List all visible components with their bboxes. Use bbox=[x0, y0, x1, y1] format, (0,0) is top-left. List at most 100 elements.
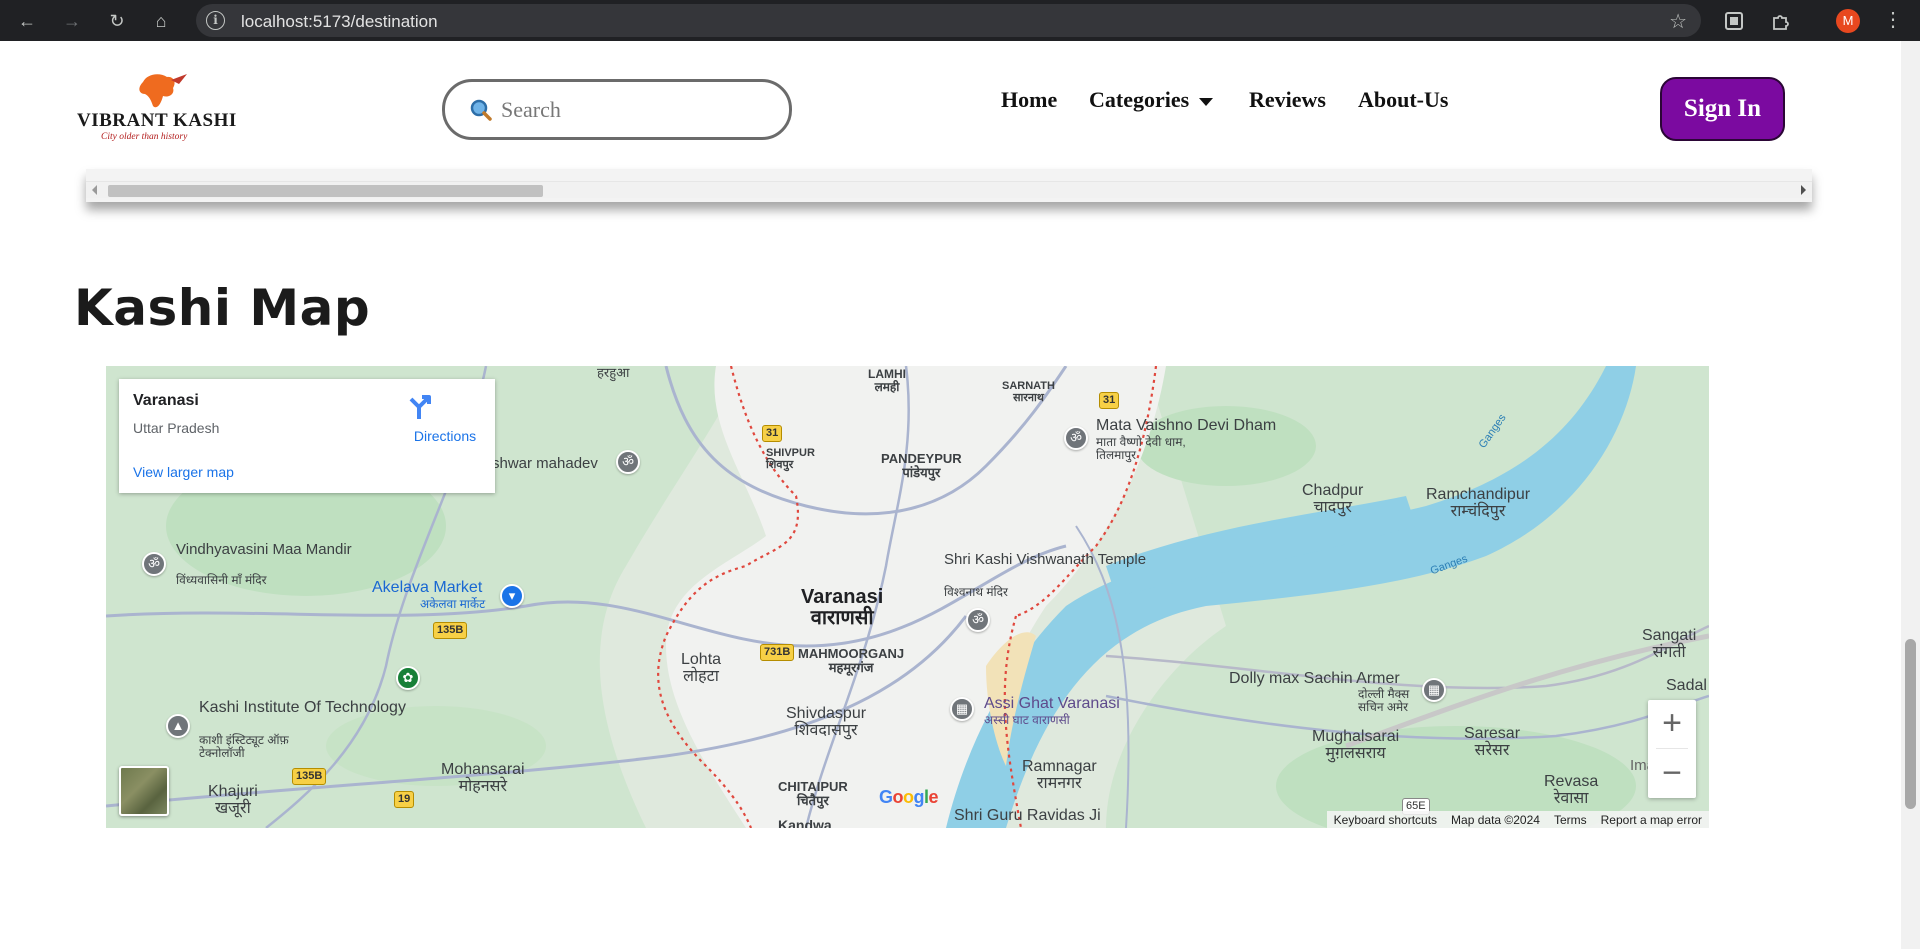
temple-poi-icon[interactable]: ॐ bbox=[1064, 426, 1088, 450]
home-icon[interactable]: ⌂ bbox=[148, 8, 174, 34]
temple-poi-icon[interactable]: ॐ bbox=[616, 450, 640, 474]
school-poi-icon[interactable]: ▲ bbox=[166, 714, 190, 738]
map-label: Mohansarai मोहनसरे bbox=[441, 761, 525, 795]
map-label: MAHMOORGANJ महमूरगंज bbox=[798, 646, 905, 675]
caret-down-icon bbox=[1199, 97, 1214, 106]
map-attribution-bar: Keyboard shortcuts Map data ©2024 Terms … bbox=[1326, 811, 1709, 828]
map-label: LAMHI लमही bbox=[868, 367, 906, 394]
map-label: Saresar सरेसर bbox=[1464, 725, 1521, 759]
directions-icon bbox=[409, 395, 431, 419]
view-larger-map-link[interactable]: View larger map bbox=[133, 464, 234, 480]
map-label: काशी इंस्टिट्यूट ऑफ़ टेक्नोलॉजी bbox=[199, 733, 289, 760]
map-label: Akelava Market bbox=[372, 579, 483, 596]
sign-in-button[interactable]: Sign In bbox=[1660, 77, 1785, 141]
road-shield: 135B bbox=[433, 622, 468, 639]
temple-poi-icon[interactable]: ॐ bbox=[966, 608, 990, 632]
back-icon[interactable]: ← bbox=[14, 8, 40, 34]
map-label: Shri Kashi Vishwanath Temple bbox=[944, 551, 1147, 568]
map-data-text: Map data ©2024 bbox=[1451, 812, 1540, 827]
forward-icon[interactable]: → bbox=[59, 8, 85, 34]
nav-categories[interactable]: Categories bbox=[1089, 87, 1214, 113]
scroll-container-bottom bbox=[86, 169, 1812, 202]
map-label: SARNATH सारनाथ bbox=[1002, 380, 1055, 404]
temple-poi-icon[interactable]: ॐ bbox=[142, 552, 166, 576]
nav-reviews[interactable]: Reviews bbox=[1249, 87, 1326, 113]
nav-about[interactable]: About-Us bbox=[1358, 87, 1448, 113]
map-label: Assi Ghat Varanasi bbox=[984, 695, 1120, 712]
horizontal-scrollbar[interactable] bbox=[86, 181, 1812, 198]
url-text[interactable]: localhost:5173/destination bbox=[241, 12, 438, 32]
map-label: Chadpur चादपुर bbox=[1302, 482, 1364, 516]
map-label: PANDEYPUR पांडेयपुर bbox=[881, 451, 962, 480]
road-shield: 31 bbox=[1099, 392, 1120, 409]
search-box[interactable] bbox=[442, 79, 792, 140]
keyboard-shortcuts-link[interactable]: Keyboard shortcuts bbox=[1327, 813, 1444, 827]
map-label: Vindhyavasini Maa Mandir bbox=[176, 541, 352, 558]
map-label: SHIVPUR शिवपुर bbox=[766, 447, 815, 471]
bookmark-star-icon[interactable]: ☆ bbox=[1669, 9, 1687, 34]
page-scrollbar-thumb[interactable] bbox=[1905, 639, 1916, 809]
map-label: Revasa रेवासा bbox=[1544, 773, 1599, 807]
zoom-in-button[interactable]: + bbox=[1648, 700, 1696, 748]
zoom-controls: + − bbox=[1648, 700, 1696, 798]
logo-text: VIBRANT KASHI bbox=[77, 110, 237, 131]
zoom-divider bbox=[1656, 748, 1688, 749]
search-input[interactable] bbox=[501, 94, 771, 126]
site-header: VIBRANT KASHI City older than history Ho… bbox=[0, 41, 1901, 169]
address-bar[interactable]: i localhost:5173/destination ☆ bbox=[196, 4, 1701, 37]
map-label: Mughalsarai मुग़लसराय bbox=[1312, 728, 1400, 762]
map-label: हरहुआ bbox=[597, 366, 630, 380]
site-info-icon[interactable]: i bbox=[206, 11, 225, 30]
landmark-poi-icon[interactable]: ▦ bbox=[1422, 678, 1446, 702]
map-label: Kashi Institute Of Technology bbox=[199, 699, 406, 716]
zoom-out-button[interactable]: − bbox=[1648, 750, 1696, 798]
map-label: Ramnagar रामनगर bbox=[1022, 758, 1097, 792]
map-label: Shri Guru Ravidas Ji bbox=[954, 807, 1101, 824]
embedded-map[interactable]: हरहुआ LAMHI लमही SARNATH सारनाथ PANDEYPUR प… bbox=[106, 366, 1709, 828]
map-label: Shivdaspur शिवदासपुर bbox=[786, 705, 867, 739]
landmark-poi-icon[interactable]: ▦ bbox=[950, 697, 974, 721]
map-label: Dolly max Sachin Armer bbox=[1229, 670, 1400, 687]
satellite-toggle-button[interactable] bbox=[119, 766, 169, 816]
directions-button[interactable]: Directions bbox=[405, 393, 485, 453]
browser-menu-icon[interactable]: ⋮ bbox=[1883, 8, 1903, 32]
browser-toolbar: ← → ↻ ⌂ i localhost:5173/destination ☆ M… bbox=[0, 0, 1920, 41]
scroll-right-icon[interactable] bbox=[1801, 185, 1806, 195]
road-shield: 135B bbox=[292, 768, 327, 785]
city-label: Varanasi वाराणसी bbox=[801, 586, 884, 629]
horizontal-scrollbar-thumb[interactable] bbox=[108, 185, 543, 197]
road-shield: 731B bbox=[760, 644, 795, 661]
nav-categories-label: Categories bbox=[1089, 87, 1190, 112]
shopping-poi-icon[interactable]: ▾ bbox=[500, 584, 524, 608]
profile-avatar[interactable]: M bbox=[1836, 9, 1860, 33]
place-region: Uttar Pradesh bbox=[133, 420, 220, 436]
page-scrollbar[interactable] bbox=[1901, 41, 1920, 949]
section-title: Kashi Map bbox=[74, 279, 371, 337]
park-poi-icon[interactable]: ✿ bbox=[396, 666, 420, 690]
extension-icon[interactable] bbox=[1723, 10, 1745, 32]
map-label: Sangati संगती bbox=[1642, 627, 1697, 661]
map-label: विश्वनाथ मंदिर bbox=[944, 585, 1008, 599]
logo-tagline: City older than history bbox=[101, 132, 188, 142]
map-label: अस्सी घाट वाराणसी bbox=[984, 713, 1070, 727]
directions-label: Directions bbox=[413, 428, 477, 444]
map-label: CHITAIPUR चितैपुर bbox=[778, 779, 848, 808]
scroll-left-icon[interactable] bbox=[92, 185, 97, 195]
reload-icon[interactable]: ↻ bbox=[104, 8, 130, 34]
road-shield: 31 bbox=[762, 425, 783, 442]
map-label: Sadal bbox=[1666, 677, 1707, 694]
map-label: Lohta लोहटा bbox=[681, 651, 722, 685]
terms-link[interactable]: Terms bbox=[1547, 813, 1594, 827]
map-label: Khajuri खजूरी bbox=[208, 783, 258, 817]
map-label: Mata Vaishno Devi Dham bbox=[1096, 417, 1277, 434]
report-map-error-link[interactable]: Report a map error bbox=[1594, 813, 1709, 827]
google-logo: Google bbox=[879, 787, 939, 807]
nav-home[interactable]: Home bbox=[1001, 87, 1057, 113]
site-logo[interactable]: VIBRANT KASHI City older than history bbox=[77, 74, 237, 144]
map-label: shwar mahadev bbox=[492, 455, 598, 472]
road-shield: 19 bbox=[394, 791, 415, 808]
extensions-puzzle-icon[interactable] bbox=[1770, 10, 1792, 32]
search-icon bbox=[470, 99, 492, 121]
place-name: Varanasi bbox=[133, 392, 199, 409]
logo-map-icon bbox=[139, 74, 187, 108]
